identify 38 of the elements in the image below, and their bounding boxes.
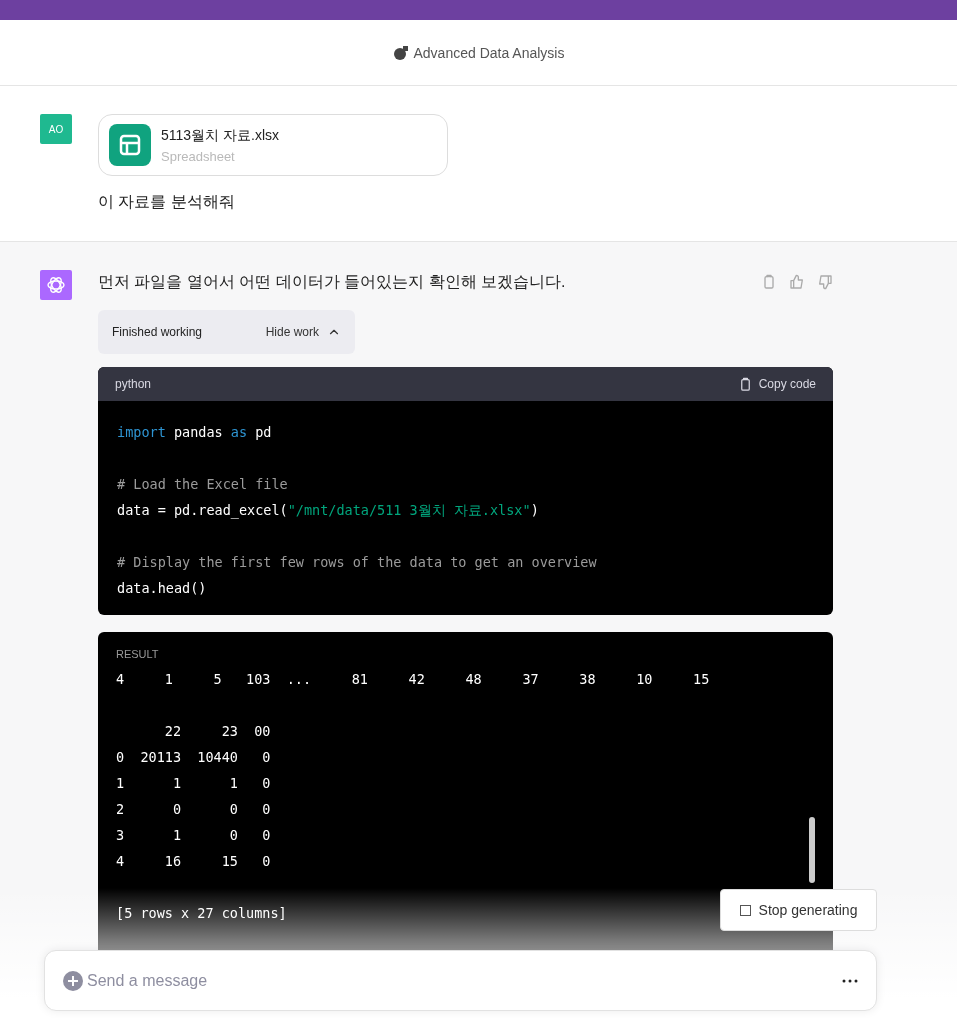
model-title: Advanced Data Analysis <box>413 44 565 61</box>
message-input[interactable]: Send a message <box>85 970 840 991</box>
stop-icon <box>739 904 751 916</box>
result-label: RESULT <box>116 648 160 660</box>
code-line: data = pd.read_excel("/mnt/data/511 3월치 자료.xlsx") <box>117 501 539 521</box>
more-icon[interactable] <box>842 978 858 983</box>
assistant-avatar <box>40 270 72 300</box>
result-line: [5 rows x 27 columns] <box>116 904 287 923</box>
code-line: # Load the Excel file <box>117 475 288 494</box>
stop-generating-button[interactable]: Stop generating <box>720 889 877 931</box>
file-name: 5113월치 자료.xlsx <box>161 126 279 145</box>
copy-code-button[interactable]: Copy code <box>737 376 816 392</box>
thumbs-up-icon[interactable] <box>789 274 805 290</box>
file-attachment[interactable]: 5113월치 자료.xlsx Spreadsheet <box>98 114 448 176</box>
work-status: Finished working <box>112 325 203 339</box>
result-line: 4 1 5 103 ... 81 42 48 37 38 10 15 <box>116 670 710 689</box>
plugin-icon <box>392 44 409 61</box>
clipboard-icon[interactable] <box>761 274 777 290</box>
result-line: 2 0 0 0 <box>116 800 271 819</box>
user-avatar: AO <box>40 114 72 144</box>
thumbs-down-icon[interactable] <box>817 274 833 290</box>
user-message: 이 자료를 분석해줘 <box>98 192 236 212</box>
hide-work-button[interactable]: Hide work <box>265 325 341 339</box>
code-line: # Display the first few rows of the data to get an overview <box>117 553 597 572</box>
scrollbar[interactable] <box>809 817 815 883</box>
file-type: Spreadsheet <box>161 148 236 164</box>
result-line: 0 20113 10440 0 <box>116 748 271 767</box>
composer-panel[interactable]: Send a message <box>44 950 877 1011</box>
result-line: 4 16 15 0 <box>116 852 271 871</box>
result-line: 3 1 0 0 <box>116 826 271 845</box>
assistant-message: 먼저 파일을 열어서 어떤 데이터가 들어있는지 확인해 보겠습니다. <box>98 272 566 292</box>
result-line: 1 1 1 0 <box>116 774 271 793</box>
spreadsheet-icon <box>109 124 151 166</box>
result-line: 22 23 00 <box>163 722 271 741</box>
plus-icon[interactable] <box>63 970 83 991</box>
code-language: python <box>115 377 152 391</box>
code-line: data.head() <box>117 579 207 598</box>
code-line: import pandas as pd <box>117 423 272 442</box>
